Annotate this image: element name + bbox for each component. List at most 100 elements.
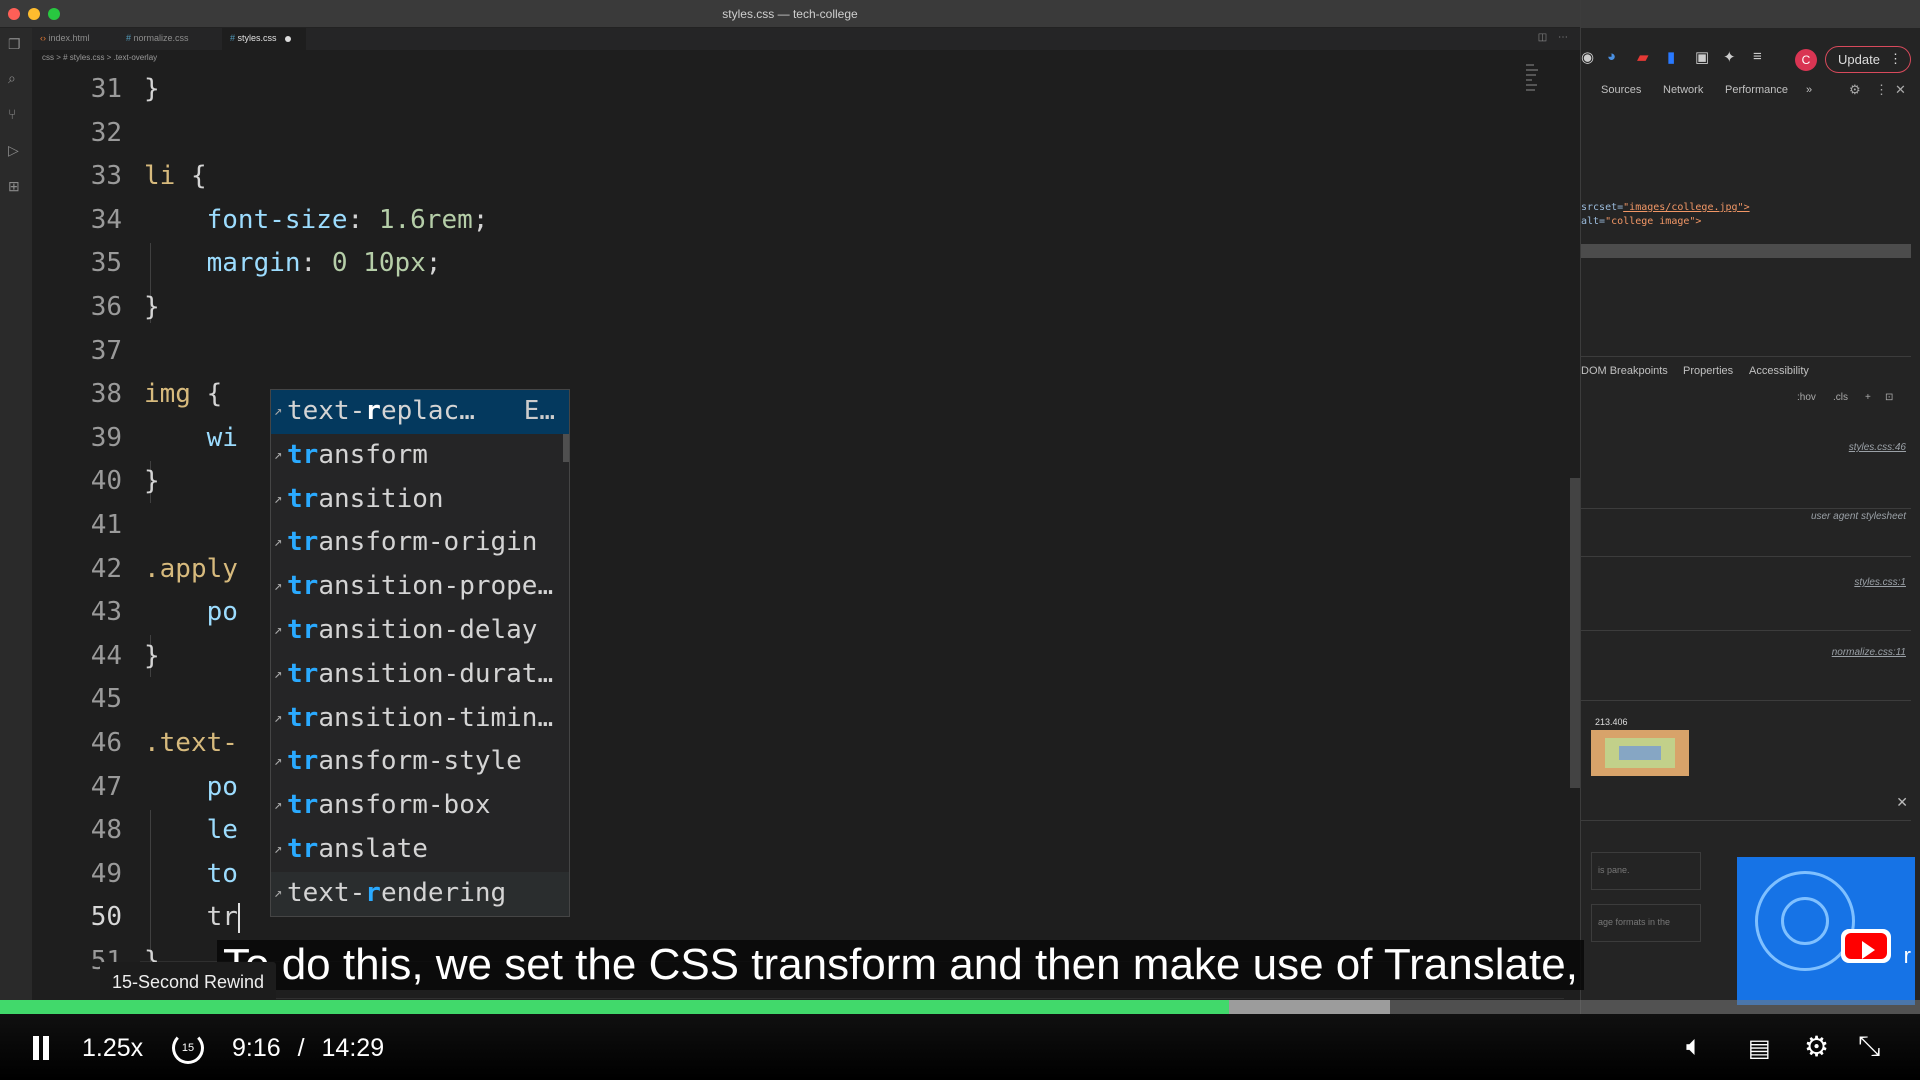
breadcrumb[interactable]: css > # styles.css > .text-overlay xyxy=(42,53,157,62)
browser-devtools-panel: ◉ ◕ ▰ ▮ ▣ ✦ ≡ C Update ⋮ Sources Network… xyxy=(1580,0,1920,1068)
extension-icon[interactable]: ◉ xyxy=(1581,48,1594,66)
menu-dots-icon[interactable]: ⋮ xyxy=(1875,82,1888,98)
reading-list-icon[interactable]: ≡ xyxy=(1753,48,1762,65)
update-button[interactable]: Update ⋮ xyxy=(1825,46,1911,73)
unsaved-dot-icon[interactable] xyxy=(285,35,292,42)
tab-label: normalize.css xyxy=(133,33,189,43)
new-rule-button[interactable]: + xyxy=(1865,392,1871,403)
suggestion-item[interactable]: ↗ transform xyxy=(271,434,569,478)
split-editor-icon[interactable]: ◫ xyxy=(1538,32,1547,43)
suggestion-text: anslate xyxy=(318,833,428,864)
suggestion-widget[interactable]: ↗ text-replac… E… ↗ transform ↗ transition ↗ tra… xyxy=(270,389,570,917)
divider xyxy=(1581,556,1911,557)
suggestion-item[interactable]: ↗ translate xyxy=(271,828,569,872)
pause-button[interactable] xyxy=(26,1014,62,1080)
settings-gear-icon[interactable]: ⚙ xyxy=(1804,1030,1829,1063)
element-line[interactable]: srcset="images/college.jpg"> xyxy=(1581,202,1750,213)
property-wrench-icon: ↗ xyxy=(274,446,283,463)
code-line[interactable]: } xyxy=(144,74,160,104)
tab-styles-css[interactable]: # styles.css xyxy=(222,28,306,50)
property-wrench-icon: ↗ xyxy=(274,884,283,901)
suggestion-item[interactable]: ↗ text-rendering xyxy=(271,871,569,916)
menu-dots-icon[interactable]: ⋮ xyxy=(1889,51,1902,67)
style-source-link[interactable]: normalize.css:11 xyxy=(1832,647,1906,658)
extension-icon[interactable]: ◕ xyxy=(1607,48,1616,65)
close-drawer-icon[interactable]: ✕ xyxy=(1896,794,1908,811)
extensions-icon[interactable]: ⊞ xyxy=(8,178,20,195)
class-toggle[interactable]: .cls xyxy=(1833,392,1848,403)
suggestion-item[interactable]: ↗ transition xyxy=(271,478,569,522)
code-area[interactable]: 31} 32 33 li {34 font-size: 1.6rem; 35 margi… xyxy=(32,68,1580,1068)
code-line[interactable]: .text- xyxy=(144,728,238,758)
suggestion-item[interactable]: ↗ text-replac… E… xyxy=(271,390,569,434)
suggestion-item[interactable]: ↗ transition-timin… xyxy=(271,697,569,741)
more-tabs-icon[interactable]: » xyxy=(1806,84,1812,96)
code-editor[interactable]: ‹› index.html # normalize.css # styles.c… xyxy=(32,28,1580,1068)
element-line[interactable]: alt="college image"> xyxy=(1581,216,1701,227)
settings-gear-icon[interactable]: ⚙ xyxy=(1849,82,1861,98)
tab-network[interactable]: Network xyxy=(1663,84,1703,96)
code-line[interactable]: wi xyxy=(144,423,238,453)
tab-dom-breakpoints[interactable]: DOM Breakpoints xyxy=(1581,365,1668,377)
extension-icon[interactable]: ▣ xyxy=(1695,48,1709,66)
style-source-link[interactable]: styles.css:46 xyxy=(1849,442,1906,453)
close-icon[interactable]: ✕ xyxy=(1895,82,1906,98)
code-token: } xyxy=(144,466,160,497)
run-debug-icon[interactable]: ▷ xyxy=(8,142,19,159)
minimap[interactable] xyxy=(1526,64,1540,124)
suggestion-item[interactable]: ↗ transition-prope… xyxy=(271,565,569,609)
code-line[interactable]: po xyxy=(144,772,238,802)
computed-toggle-icon[interactable]: ⊡ xyxy=(1885,392,1893,403)
attr-value[interactable]: "images/college.jpg"> xyxy=(1623,202,1749,213)
code-line[interactable]: } xyxy=(144,466,160,496)
code-line[interactable]: li { xyxy=(144,161,207,191)
extension-icon[interactable]: ▮ xyxy=(1667,48,1675,66)
text-cursor xyxy=(237,902,240,933)
extension-icon[interactable]: ▰ xyxy=(1637,48,1649,66)
code-line[interactable]: le xyxy=(144,815,238,845)
code-line[interactable]: img { xyxy=(144,379,222,409)
rewind-15-button[interactable]: 15 xyxy=(172,1032,204,1064)
volume-icon[interactable]: 🔈︎ xyxy=(1686,1030,1703,1063)
suggestion-text: ansition xyxy=(318,483,444,514)
explorer-icon[interactable]: ❐ xyxy=(8,36,21,53)
editor-scrollbar[interactable] xyxy=(1570,478,1580,788)
code-line[interactable]: tr xyxy=(144,902,240,933)
profile-avatar[interactable]: C xyxy=(1795,49,1817,71)
code-line[interactable]: to xyxy=(144,859,238,889)
video-thumbnail[interactable]: r xyxy=(1737,857,1915,1005)
circle-graphic xyxy=(1781,897,1829,945)
browser-tab-strip xyxy=(1581,0,1920,28)
code-line[interactable]: margin: 0 10px; xyxy=(144,248,442,278)
playback-speed-button[interactable]: 1.25x xyxy=(82,1034,143,1063)
more-actions-icon[interactable]: ⋯ xyxy=(1558,32,1568,43)
suggestion-item[interactable]: ↗ transform-style xyxy=(271,740,569,784)
code-line[interactable]: .apply xyxy=(144,554,238,584)
captions-icon[interactable]: ▤ xyxy=(1748,1034,1771,1063)
suggestion-match: tr xyxy=(287,483,319,514)
tab-index-html[interactable]: ‹› index.html xyxy=(32,28,118,50)
code-line[interactable]: po xyxy=(144,597,238,627)
source-control-icon[interactable]: ⑂ xyxy=(8,106,16,122)
code-line[interactable]: font-size: 1.6rem; xyxy=(144,205,489,235)
suggestion-item[interactable]: ↗ transition-durat… xyxy=(271,653,569,697)
puzzle-icon[interactable]: ✦ xyxy=(1723,48,1736,66)
tab-sources[interactable]: Sources xyxy=(1601,84,1641,96)
suggestion-item[interactable]: ↗ transform-box xyxy=(271,784,569,828)
tab-performance[interactable]: Performance xyxy=(1725,84,1788,96)
suggestion-item[interactable]: ↗ transform-origin xyxy=(271,521,569,565)
exit-fullscreen-icon[interactable]: ⤡ xyxy=(1858,1030,1880,1063)
style-source-link[interactable]: styles.css:1 xyxy=(1854,577,1906,588)
search-icon[interactable]: ⌕ xyxy=(8,70,16,87)
hover-state-toggle[interactable]: :hov xyxy=(1797,392,1816,403)
property-wrench-icon: ↗ xyxy=(274,403,283,419)
suggestion-match: tr xyxy=(287,833,319,864)
code-line[interactable]: } xyxy=(144,292,160,322)
tab-normalize-css[interactable]: # normalize.css xyxy=(118,28,222,50)
video-progress-bar[interactable] xyxy=(0,1000,1920,1014)
tab-accessibility[interactable]: Accessibility xyxy=(1749,365,1809,377)
suggestion-item[interactable]: ↗ transition-delay xyxy=(271,609,569,653)
code-line[interactable]: } xyxy=(144,641,160,671)
tab-properties[interactable]: Properties xyxy=(1683,365,1733,377)
